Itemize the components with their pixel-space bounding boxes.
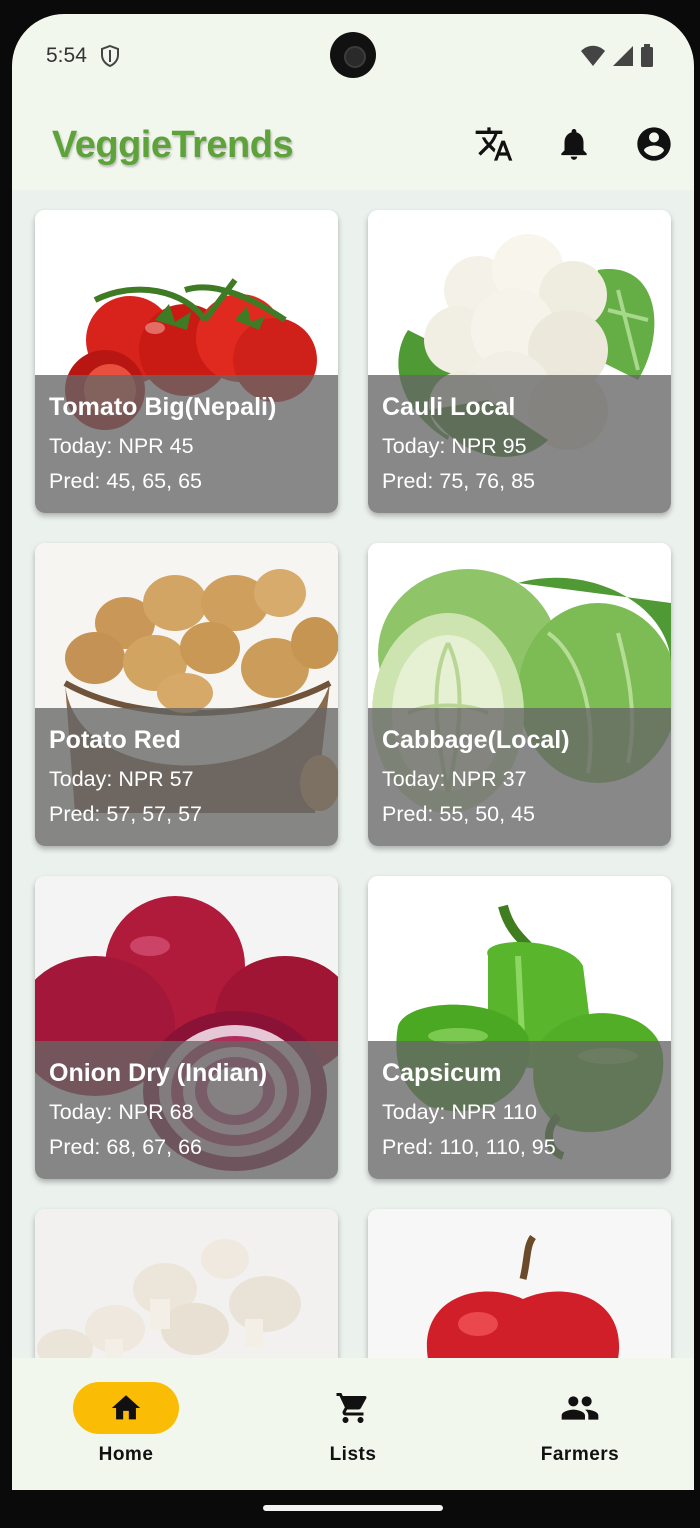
home-icon — [111, 1395, 141, 1420]
nav-home-indicator — [73, 1382, 179, 1434]
predicted-prices: Pred: 57, 57, 57 — [49, 802, 202, 826]
nav-lists[interactable]: Lists — [273, 1382, 433, 1466]
card-info-overlay: Cauli Local Today: NPR 95 Pred: 75, 76, … — [368, 375, 671, 513]
status-bar: 5:54 — [12, 14, 694, 98]
predicted-prices: Pred: 68, 67, 66 — [49, 1135, 202, 1159]
account-icon — [637, 127, 671, 161]
wifi-icon — [581, 45, 605, 66]
app-title: VeggieTrends — [52, 124, 294, 166]
mushroom-image — [35, 1209, 338, 1358]
vegetable-card-apple[interactable] — [368, 1209, 671, 1358]
card-info-overlay: Capsicum Today: NPR 110 Pred: 110, 110, … — [368, 1041, 671, 1179]
translate-icon — [475, 127, 513, 161]
vegetable-card-potato[interactable]: Potato Red Today: NPR 57 Pred: 57, 57, 5… — [35, 543, 338, 846]
vegetable-card-tomato[interactable]: Tomato Big(Nepali) Today: NPR 45 Pred: 4… — [35, 210, 338, 513]
vegetable-grid-scroll[interactable]: Tomato Big(Nepali) Today: NPR 45 Pred: 4… — [12, 190, 694, 1358]
cellular-signal-icon — [613, 46, 633, 66]
nav-home[interactable]: Home — [46, 1382, 206, 1466]
nav-farmers-indicator — [527, 1382, 633, 1434]
shopping-cart-icon — [336, 1393, 367, 1423]
card-info-overlay: Tomato Big(Nepali) Today: NPR 45 Pred: 4… — [35, 375, 338, 513]
nav-lists-label: Lists — [329, 1444, 377, 1465]
vegetable-name: Tomato Big(Nepali) — [49, 393, 277, 421]
nav-farmers[interactable]: Farmers — [500, 1382, 660, 1466]
nav-home-label: Home — [98, 1444, 154, 1465]
phone-screen: 5:54 VeggieTrends Tomato Big(Nepali) Tod… — [12, 14, 694, 1490]
vegetable-name: Capsicum — [382, 1059, 502, 1087]
vegetable-card-capsicum[interactable]: Capsicum Today: NPR 110 Pred: 110, 110, … — [368, 876, 671, 1179]
notifications-button[interactable] — [552, 122, 596, 166]
shield-icon — [101, 45, 119, 67]
today-price: Today: NPR 68 — [49, 1100, 194, 1124]
today-price: Today: NPR 110 — [382, 1100, 537, 1124]
gesture-navigation-handle[interactable] — [263, 1505, 443, 1511]
predicted-prices: Pred: 45, 65, 65 — [49, 469, 202, 493]
people-icon — [561, 1396, 599, 1420]
card-info-overlay: Potato Red Today: NPR 57 Pred: 57, 57, 5… — [35, 708, 338, 846]
vegetable-name: Onion Dry (Indian) — [49, 1059, 268, 1087]
account-button[interactable] — [632, 122, 676, 166]
nav-farmers-label: Farmers — [540, 1444, 620, 1465]
top-app-bar: VeggieTrends — [12, 98, 694, 190]
bottom-navigation-bar: Home Lists Farmers — [12, 1358, 694, 1490]
today-price: Today: NPR 95 — [382, 434, 527, 458]
battery-icon — [641, 44, 653, 67]
predicted-prices: Pred: 55, 50, 45 — [382, 802, 535, 826]
predicted-prices: Pred: 110, 110, 95 — [382, 1135, 556, 1159]
apple-image — [368, 1209, 671, 1358]
card-info-overlay: Onion Dry (Indian) Today: NPR 68 Pred: 6… — [35, 1041, 338, 1179]
vegetable-card-cauliflower[interactable]: Cauli Local Today: NPR 95 Pred: 75, 76, … — [368, 210, 671, 513]
today-price: Today: NPR 45 — [49, 434, 194, 458]
today-price: Today: NPR 37 — [382, 767, 527, 791]
nav-lists-indicator — [300, 1382, 406, 1434]
vegetable-name: Cabbage(Local) — [382, 726, 570, 754]
vegetable-name: Potato Red — [49, 726, 181, 754]
status-time: 5:54 — [46, 44, 87, 67]
predicted-prices: Pred: 75, 76, 85 — [382, 469, 535, 493]
bell-icon — [561, 128, 587, 160]
vegetable-card-cabbage[interactable]: Cabbage(Local) Today: NPR 37 Pred: 55, 5… — [368, 543, 671, 846]
vegetable-card-mushroom[interactable] — [35, 1209, 338, 1358]
today-price: Today: NPR 57 — [49, 767, 194, 791]
front-camera — [330, 32, 376, 78]
card-info-overlay: Cabbage(Local) Today: NPR 37 Pred: 55, 5… — [368, 708, 671, 846]
vegetable-name: Cauli Local — [382, 393, 516, 421]
vegetable-card-onion[interactable]: Onion Dry (Indian) Today: NPR 68 Pred: 6… — [35, 876, 338, 1179]
translate-button[interactable] — [472, 122, 516, 166]
